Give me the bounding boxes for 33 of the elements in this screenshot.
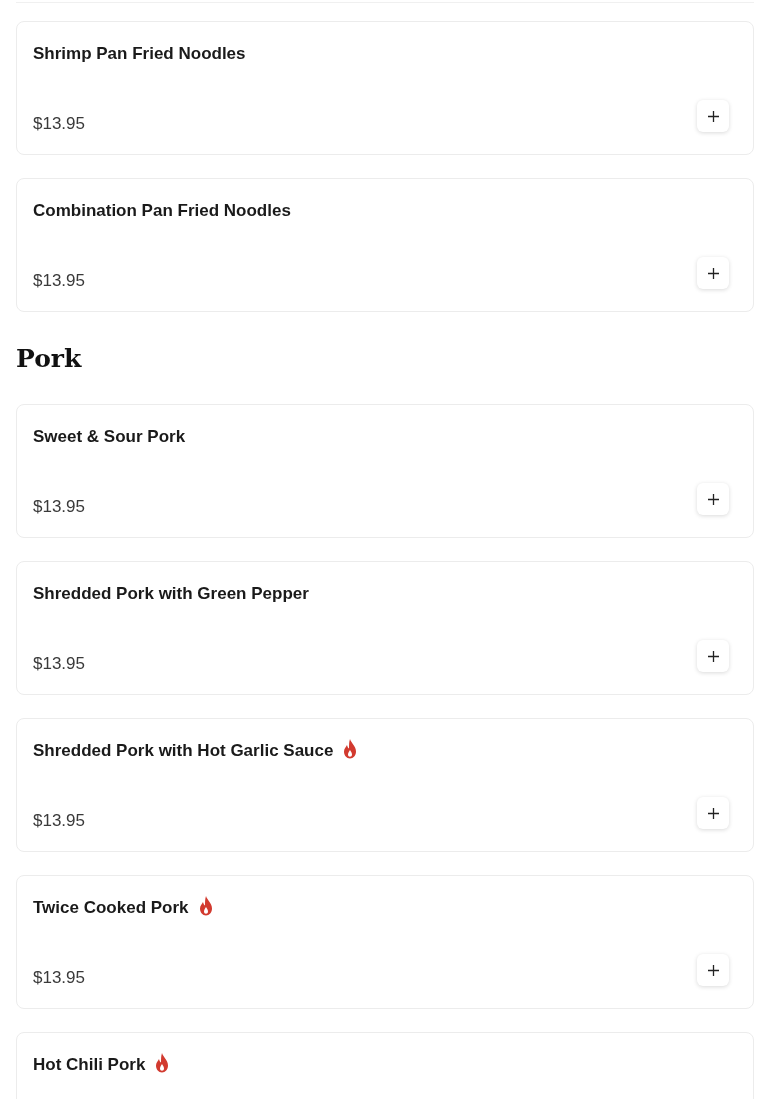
item-name: Sweet & Sour Pork (33, 427, 186, 446)
item-name: Hot Chili Pork (33, 1055, 146, 1074)
item-price: $13.95 (33, 271, 85, 290)
add-button[interactable] (697, 257, 729, 289)
add-button[interactable] (697, 483, 729, 515)
menu-item-card[interactable]: Sweet & Sour Pork $13.95 (16, 404, 754, 538)
plus-icon (707, 964, 719, 976)
add-button[interactable] (697, 797, 729, 829)
menu-item-card[interactable]: Twice Cooked Pork $13.95 (16, 875, 754, 1009)
item-price: $13.95 (33, 497, 85, 516)
section-heading: Pork (16, 343, 83, 375)
item-price: $13.95 (33, 811, 85, 830)
menu-item-card[interactable]: Shredded Pork with Hot Garlic Sauce $13.95 (16, 718, 754, 852)
plus-icon (707, 807, 719, 819)
plus-icon (707, 650, 719, 662)
item-name: Shredded Pork with Hot Garlic Sauce (33, 741, 334, 760)
item-price: $13.95 (33, 654, 85, 673)
add-button[interactable] (697, 954, 729, 986)
add-button[interactable] (697, 640, 729, 672)
add-button[interactable] (697, 100, 729, 132)
item-name: Twice Cooked Pork (33, 898, 189, 917)
menu-item-card[interactable]: Shrimp Pan Fried Noodles $13.95 (16, 21, 754, 155)
plus-icon (707, 110, 719, 122)
item-name: Combination Pan Fried Noodles (33, 201, 291, 220)
menu-item-card[interactable]: Hot Chili Pork (16, 1032, 754, 1099)
plus-icon (707, 267, 719, 279)
item-price: $13.95 (33, 968, 85, 987)
menu-item-card[interactable]: Shredded Pork with Green Pepper $13.95 (16, 561, 754, 695)
plus-icon (707, 493, 719, 505)
item-price: $13.95 (33, 114, 85, 133)
item-name: Shrimp Pan Fried Noodles (33, 44, 246, 63)
item-name: Shredded Pork with Green Pepper (33, 584, 309, 603)
menu-item-card[interactable]: Combination Pan Fried Noodles $13.95 (16, 178, 754, 312)
